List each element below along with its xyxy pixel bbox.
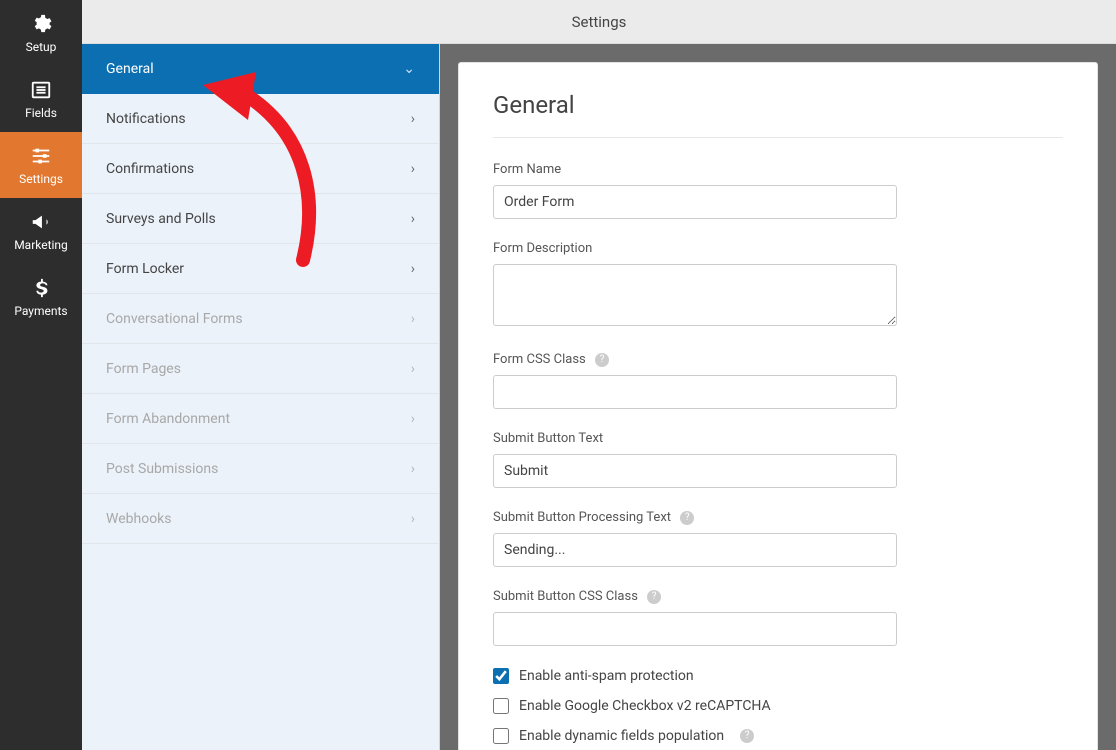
checkbox-input[interactable] bbox=[493, 668, 509, 684]
gear-icon bbox=[30, 13, 52, 35]
sidebar-item-label: Confirmations bbox=[106, 161, 194, 177]
form-description-input[interactable] bbox=[493, 264, 897, 326]
checkbox-label: Enable anti-spam protection bbox=[519, 668, 694, 684]
sidebar-item-label: Post Submissions bbox=[106, 461, 218, 477]
checkbox-row[interactable]: Enable Google Checkbox v2 reCAPTCHA bbox=[493, 698, 1063, 714]
submit-button-text-input[interactable] bbox=[493, 454, 897, 488]
chevron-right-icon: › bbox=[411, 211, 415, 227]
chevron-right-icon: › bbox=[411, 461, 415, 477]
help-icon[interactable]: ? bbox=[680, 511, 694, 525]
sidebar-item-webhooks[interactable]: Webhooks › bbox=[82, 494, 439, 544]
chevron-right-icon: › bbox=[411, 261, 415, 277]
chevron-right-icon: › bbox=[411, 311, 415, 327]
chevron-right-icon: › bbox=[411, 361, 415, 377]
rail-item-label: Marketing bbox=[14, 238, 68, 252]
main-content: General Form Name Form Description Form … bbox=[440, 44, 1116, 750]
rail-item-fields[interactable]: Fields bbox=[0, 66, 82, 132]
submit-button-css-class-input[interactable] bbox=[493, 612, 897, 646]
rail-item-settings[interactable]: Settings bbox=[0, 132, 82, 198]
sidebar-item-conversational-forms[interactable]: Conversational Forms › bbox=[82, 294, 439, 344]
checkbox-input[interactable] bbox=[493, 698, 509, 714]
bullhorn-icon bbox=[30, 211, 52, 233]
form-name-input[interactable] bbox=[493, 185, 897, 219]
chevron-right-icon: › bbox=[411, 111, 415, 127]
dollar-icon bbox=[30, 277, 52, 299]
checkbox-label: Enable Google Checkbox v2 reCAPTCHA bbox=[519, 698, 771, 714]
checkbox-input[interactable] bbox=[493, 728, 509, 744]
sidebar-item-label: Form Locker bbox=[106, 261, 184, 277]
checkbox-row[interactable]: Enable dynamic fields population? bbox=[493, 728, 1063, 744]
rail-item-marketing[interactable]: Marketing bbox=[0, 198, 82, 264]
rail-item-label: Settings bbox=[19, 172, 63, 186]
sidebar-item-form-locker[interactable]: Form Locker › bbox=[82, 244, 439, 294]
rail-item-label: Setup bbox=[26, 40, 57, 54]
sidebar-item-label: Notifications bbox=[106, 111, 186, 127]
settings-panel: General Form Name Form Description Form … bbox=[458, 62, 1098, 750]
sidebar-item-post-submissions[interactable]: Post Submissions › bbox=[82, 444, 439, 494]
sidebar-item-form-pages[interactable]: Form Pages › bbox=[82, 344, 439, 394]
topbar: Settings bbox=[82, 0, 1116, 44]
help-icon[interactable]: ? bbox=[740, 729, 754, 743]
form-description-label: Form Description bbox=[493, 241, 1063, 256]
submit-button-css-class-label: Submit Button CSS Class ? bbox=[493, 589, 1063, 604]
chevron-right-icon: › bbox=[411, 161, 415, 177]
rail-item-payments[interactable]: Payments bbox=[0, 264, 82, 330]
submit-button-processing-label: Submit Button Processing Text ? bbox=[493, 510, 1063, 525]
settings-sidebar: General⌄Notifications›Confirmations›Surv… bbox=[82, 44, 440, 750]
form-css-class-label: Form CSS Class ? bbox=[493, 352, 1063, 367]
chevron-right-icon: › bbox=[411, 411, 415, 427]
help-icon[interactable]: ? bbox=[647, 590, 661, 604]
sidebar-item-notifications[interactable]: Notifications › bbox=[82, 94, 439, 144]
list-icon bbox=[30, 79, 52, 101]
sidebar-item-label: Surveys and Polls bbox=[106, 211, 216, 227]
chevron-down-icon: ⌄ bbox=[403, 61, 415, 77]
sidebar-item-label: Form Abandonment bbox=[106, 411, 230, 427]
panel-heading: General bbox=[493, 91, 1063, 138]
checkbox-row[interactable]: Enable anti-spam protection bbox=[493, 668, 1063, 684]
sidebar-item-general[interactable]: General ⌄ bbox=[82, 44, 439, 94]
sidebar-item-label: Conversational Forms bbox=[106, 311, 243, 327]
rail-item-setup[interactable]: Setup bbox=[0, 0, 82, 66]
help-icon[interactable]: ? bbox=[595, 353, 609, 367]
sidebar-item-label: General bbox=[106, 61, 154, 77]
sidebar-item-label: Form Pages bbox=[106, 361, 181, 377]
checkbox-label: Enable dynamic fields population bbox=[519, 728, 724, 744]
submit-button-processing-input[interactable] bbox=[493, 533, 897, 567]
sliders-icon bbox=[30, 145, 52, 167]
chevron-right-icon: › bbox=[411, 511, 415, 527]
sidebar-item-form-abandonment[interactable]: Form Abandonment › bbox=[82, 394, 439, 444]
rail-item-label: Fields bbox=[25, 106, 57, 120]
topbar-title: Settings bbox=[572, 13, 627, 31]
sidebar-item-label: Webhooks bbox=[106, 511, 172, 527]
rail-item-label: Payments bbox=[14, 304, 67, 318]
form-name-label: Form Name bbox=[493, 162, 1063, 177]
form-css-class-input[interactable] bbox=[493, 375, 897, 409]
submit-button-text-label: Submit Button Text bbox=[493, 431, 1063, 446]
nav-rail: Setup Fields Settings Marketing Payments bbox=[0, 0, 82, 750]
sidebar-item-confirmations[interactable]: Confirmations › bbox=[82, 144, 439, 194]
sidebar-item-surveys-and-polls[interactable]: Surveys and Polls › bbox=[82, 194, 439, 244]
